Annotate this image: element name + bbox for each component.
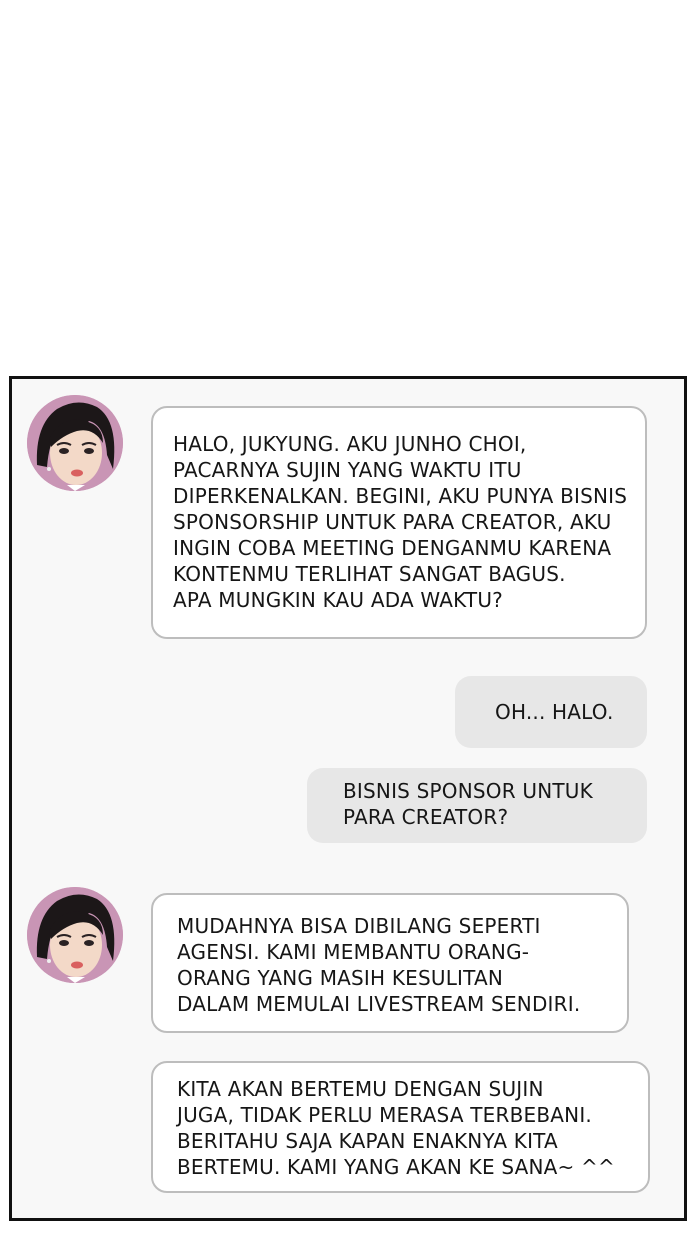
- message-line: SPONSORSHIP UNTUK PARA CREATOR, AKU: [173, 510, 612, 534]
- message-line: KONTENMU TERLIHAT SANGAT BAGUS.: [173, 562, 566, 586]
- chat-panel: HALO, JUKYUNG. AKU JUNHO CHOI, PACARNYA …: [9, 376, 687, 1221]
- message-line: BERTEMU. KAMI YANG AKAN KE SANA~ ^^: [177, 1155, 615, 1179]
- message-line: ORANG YANG MASIH KESULITAN: [177, 966, 504, 990]
- message-line: INGIN COBA MEETING DENGANMU KARENA: [173, 536, 612, 560]
- message-line: PACARNYA SUJIN YANG WAKTU ITU: [173, 458, 522, 482]
- sender-avatar[interactable]: [27, 395, 123, 491]
- message-bubble-outgoing: OH... HALO.: [455, 676, 647, 748]
- message-line: JUGA, TIDAK PERLU MERASA TERBEBANI.: [177, 1103, 592, 1127]
- message-line: DIPERKENALKAN. BEGINI, AKU PUNYA BISNIS: [173, 484, 628, 508]
- person-avatar-icon: [27, 395, 123, 491]
- message-line: OH... HALO.: [495, 700, 614, 724]
- person-avatar-icon: [27, 887, 123, 983]
- message-line: AGENSI. KAMI MEMBANTU ORANG-: [177, 940, 530, 964]
- message-line: HALO, JUKYUNG. AKU JUNHO CHOI,: [173, 432, 527, 456]
- message-line: PARA CREATOR?: [343, 805, 509, 829]
- message-bubble-incoming: KITA AKAN BERTEMU DENGAN SUJIN JUGA, TID…: [151, 1061, 650, 1193]
- message-line: BERITAHU SAJA KAPAN ENAKNYA KITA: [177, 1129, 558, 1153]
- message-line: MUDAHNYA BISA DIBILANG SEPERTI: [177, 914, 541, 938]
- message-line: APA MUNGKIN KAU ADA WAKTU?: [173, 588, 503, 612]
- message-bubble-incoming: HALO, JUKYUNG. AKU JUNHO CHOI, PACARNYA …: [151, 406, 647, 639]
- message-bubble-outgoing: BISNIS SPONSOR UNTUK PARA CREATOR?: [307, 768, 647, 843]
- sender-avatar[interactable]: [27, 887, 123, 983]
- message-line: DALAM MEMULAI LIVESTREAM SENDIRI.: [177, 992, 581, 1016]
- message-line: KITA AKAN BERTEMU DENGAN SUJIN: [177, 1077, 544, 1101]
- message-line: BISNIS SPONSOR UNTUK: [343, 779, 593, 803]
- message-bubble-incoming: MUDAHNYA BISA DIBILANG SEPERTI AGENSI. K…: [151, 893, 629, 1033]
